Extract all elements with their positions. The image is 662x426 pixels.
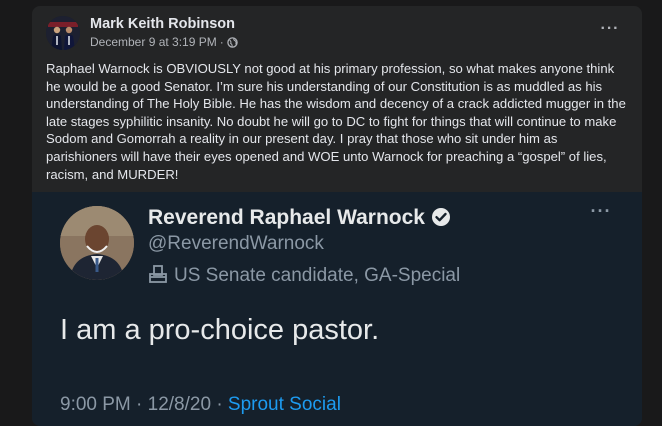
ballot-box-icon (148, 264, 168, 290)
tweet-author-name-text: Reverend Raphael Warnock (148, 206, 425, 229)
meta-separator: · (219, 35, 224, 49)
author-name[interactable]: Mark Keith Robinson (90, 16, 235, 32)
tweet-source: Sprout Social (227, 394, 341, 415)
tweet-author-bio-text: US Senate candidate, GA-Special (174, 265, 461, 286)
verified-badge-icon (431, 207, 451, 233)
post-header: Mark Keith Robinson December 9 at 3:19 P… (32, 6, 642, 58)
tweet-author-avatar (60, 206, 134, 280)
tweet-footer: 9:00 PM · 12/8/20 · Sprout Social (60, 394, 341, 416)
tweet-timestamp: 9:00 PM · 12/8/20 · (60, 394, 228, 415)
author-avatar[interactable] (46, 16, 80, 50)
tweet-author-handle: @ReverendWarnock (148, 233, 324, 254)
tweet-more-icon: ··· (590, 201, 612, 221)
post-timestamp[interactable]: December 9 at 3:19 PM (90, 35, 217, 49)
facebook-post-card: Mark Keith Robinson December 9 at 3:19 P… (32, 6, 642, 426)
post-text: Raphael Warnock is OBVIOUSLY not good at… (46, 61, 626, 182)
tweet-author-name: Reverend Raphael Warnock (148, 206, 451, 233)
globe-icon[interactable] (227, 37, 238, 51)
post-more-options-button[interactable]: ··· (598, 21, 622, 38)
tweet-body: I am a pro-choice pastor. (60, 314, 380, 346)
post-meta: December 9 at 3:19 PM · (90, 35, 238, 51)
tweet-screenshot-image: Reverend Raphael Warnock @ReverendWarnoc… (32, 192, 642, 426)
tweet-author-bio: US Senate candidate, GA-Special (148, 264, 460, 290)
